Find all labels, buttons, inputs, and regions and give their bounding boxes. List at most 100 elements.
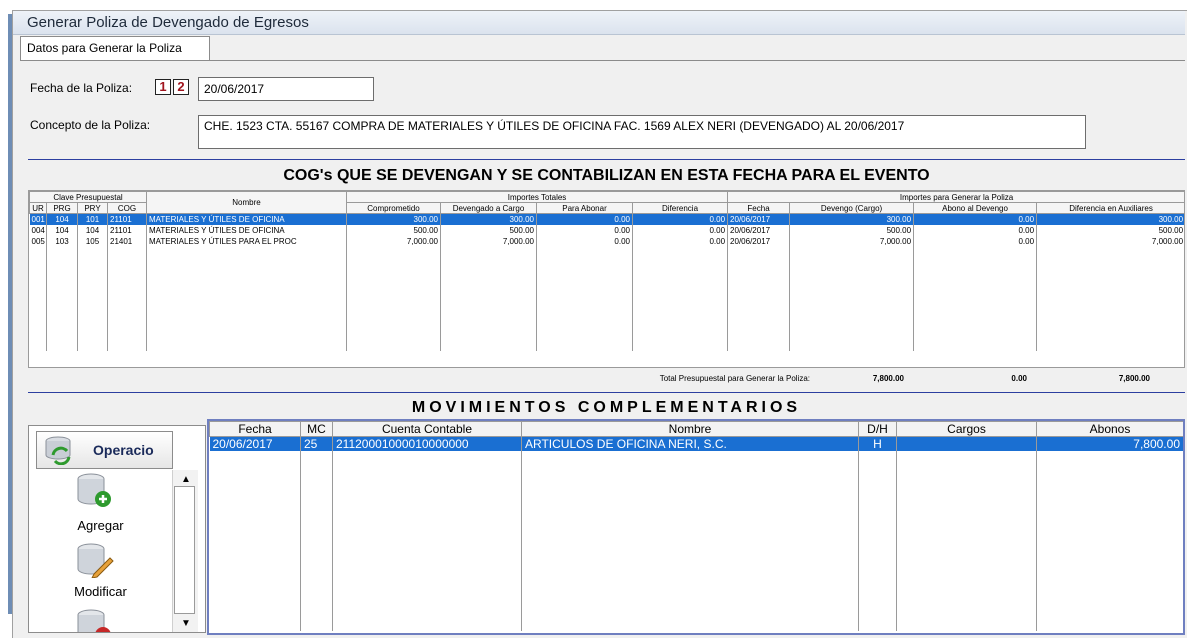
col-fecha[interactable]: Fecha <box>727 202 791 214</box>
movimientos-grid[interactable]: Fecha MC Cuenta Contable Nombre D/H Carg… <box>207 419 1185 635</box>
col-para-abonar[interactable]: Para Abonar <box>536 202 633 214</box>
cell-ur: 001 <box>29 213 47 225</box>
agregar-button[interactable] <box>74 472 114 513</box>
cell-pry: 101 <box>77 213 108 225</box>
cell-abono: 0.00 <box>913 236 1038 247</box>
cell-cog: 21401 <box>107 236 147 247</box>
cell-para-abonar: 0.00 <box>536 213 633 225</box>
scrollbar-thumb[interactable] <box>174 486 195 614</box>
col-diferencia[interactable]: Diferencia <box>631 202 729 214</box>
table-row[interactable]: 001 104 101 21101 MATERIALES Y ÚTILES DE… <box>29 213 1184 225</box>
fecha-label: Fecha de la Poliza: <box>30 81 133 95</box>
agregar-label[interactable]: Agregar <box>29 518 172 533</box>
header-importes-poliza: Importes para Generar la Poliza <box>727 191 1184 203</box>
cell-para-abonar: 0.00 <box>536 225 633 236</box>
cell-devengado: 300.00 <box>440 213 537 225</box>
cell-mov-dh: H <box>858 436 897 451</box>
cell-devengado: 500.00 <box>440 225 537 236</box>
cell-fecha: 20/06/2017 <box>727 225 791 236</box>
cell-mov-nombre: ARTICULOS DE OFICINA NERI, S.C. <box>521 436 859 451</box>
operations-header[interactable]: Operacio <box>36 431 173 469</box>
cell-dif-aux: 300.00 <box>1036 213 1184 225</box>
col-cog[interactable]: COG <box>107 202 147 214</box>
modificar-label[interactable]: Modificar <box>29 584 172 599</box>
cell-fecha: 20/06/2017 <box>727 213 791 225</box>
cog-section-title: COG's QUE SE DEVENGAN Y SE CONTABILIZAN … <box>283 167 930 184</box>
cell-devengado: 7,000.00 <box>440 236 537 247</box>
cell-dif-aux: 7,000.00 <box>1036 236 1184 247</box>
table-row[interactable]: 004 104 104 21101 MATERIALES Y ÚTILES DE… <box>29 225 1184 236</box>
scroll-up-icon[interactable]: ▲ <box>181 474 191 485</box>
cell-dif-aux: 500.00 <box>1036 225 1184 236</box>
col-comprometido[interactable]: Comprometido <box>346 202 441 214</box>
total-diferencia: 7,800.00 <box>1118 374 1150 383</box>
calendar-digit: 2 <box>173 79 189 95</box>
table-row[interactable]: 20/06/2017 25 21120001000010000000 ARTIC… <box>209 436 1183 451</box>
cell-mov-fecha: 20/06/2017 <box>209 436 301 451</box>
total-label: Total Presupuestal para Generar la Poliz… <box>659 374 810 383</box>
tab-datos-poliza[interactable]: Datos para Generar la Poliza <box>20 36 210 60</box>
col-mov-dh[interactable]: D/H <box>858 421 897 437</box>
empty-row <box>29 247 1184 351</box>
col-mov-cuenta[interactable]: Cuenta Contable <box>332 421 522 437</box>
scroll-down-icon[interactable]: ▼ <box>181 618 191 629</box>
header-nombre: Nombre <box>146 191 347 214</box>
col-pry[interactable]: PRY <box>77 202 108 214</box>
col-mov-mc[interactable]: MC <box>300 421 333 437</box>
cell-cog: 21101 <box>107 225 147 236</box>
modificar-button[interactable] <box>74 542 114 583</box>
cell-comprometido: 500.00 <box>346 225 441 236</box>
eliminar-button[interactable] <box>74 608 114 632</box>
col-mov-fecha[interactable]: Fecha <box>209 421 301 437</box>
mov-section-title: MOVIMIENTOS COMPLEMENTARIOS <box>411 399 802 416</box>
cell-diferencia: 0.00 <box>632 225 729 236</box>
cell-pry: 104 <box>77 225 108 236</box>
table-row[interactable]: 005 103 105 21401 MATERIALES Y ÚTILES PA… <box>29 236 1184 247</box>
col-prg[interactable]: PRG <box>46 202 78 214</box>
col-abono-devengo[interactable]: Abono al Devengo <box>913 202 1038 214</box>
tab-divider <box>20 60 1185 61</box>
header-clave-presupuestal: Clave Presupuestal <box>29 191 147 203</box>
cell-mov-abonos: 7,800.00 <box>1036 436 1183 451</box>
cell-nombre: MATERIALES Y ÚTILES DE OFICINA <box>146 225 347 236</box>
cell-pry: 105 <box>77 236 108 247</box>
cell-prg: 104 <box>46 213 78 225</box>
cog-grid[interactable]: Clave Presupuestal Nombre Importes Total… <box>28 190 1185 368</box>
cell-mov-mc: 25 <box>300 436 333 451</box>
cell-nombre: MATERIALES Y ÚTILES DE OFICINA <box>146 213 347 225</box>
cell-prg: 104 <box>46 225 78 236</box>
cell-ur: 005 <box>29 236 47 247</box>
database-add-icon <box>77 473 111 507</box>
col-mov-nombre[interactable]: Nombre <box>521 421 859 437</box>
col-mov-abonos[interactable]: Abonos <box>1036 421 1183 437</box>
section-rule <box>28 392 1185 393</box>
window-title: Generar Poliza de Devengado de Egresos <box>13 11 1185 35</box>
cell-fecha: 20/06/2017 <box>727 236 791 247</box>
cell-diferencia: 0.00 <box>632 236 729 247</box>
cell-comprometido: 300.00 <box>346 213 441 225</box>
operations-header-label: Operacio <box>93 442 154 458</box>
cell-cog: 21101 <box>107 213 147 225</box>
cell-prg: 103 <box>46 236 78 247</box>
cell-abono: 0.00 <box>913 225 1038 236</box>
cell-mov-cargos <box>896 436 1037 451</box>
cell-para-abonar: 0.00 <box>536 236 633 247</box>
cell-devengo: 300.00 <box>789 213 915 225</box>
col-mov-cargos[interactable]: Cargos <box>896 421 1037 437</box>
header-importes-totales: Importes Totales <box>345 191 729 203</box>
database-edit-icon <box>77 543 114 579</box>
cell-abono: 0.00 <box>913 213 1038 225</box>
operations-scrollbar[interactable]: ▲ ▼ <box>172 470 198 632</box>
col-diferencia-auxiliares[interactable]: Diferencia en Auxiliares <box>1036 202 1184 214</box>
fecha-input[interactable]: 20/06/2017 <box>198 77 374 101</box>
section-rule <box>28 159 1185 160</box>
cell-ur: 004 <box>29 225 47 236</box>
col-ur[interactable]: UR <box>29 202 47 214</box>
calendar-digit: 1 <box>155 79 171 95</box>
calendar-icon[interactable]: 1 2 <box>155 79 191 97</box>
concepto-input[interactable]: CHE. 1523 CTA. 55167 COMPRA DE MATERIALE… <box>198 115 1086 149</box>
cell-comprometido: 7,000.00 <box>346 236 441 247</box>
col-devengado-cargo[interactable]: Devengado a Cargo <box>440 202 537 214</box>
col-devengo-cargo[interactable]: Devengo (Cargo) <box>789 202 915 214</box>
total-devengo: 7,800.00 <box>872 374 904 383</box>
